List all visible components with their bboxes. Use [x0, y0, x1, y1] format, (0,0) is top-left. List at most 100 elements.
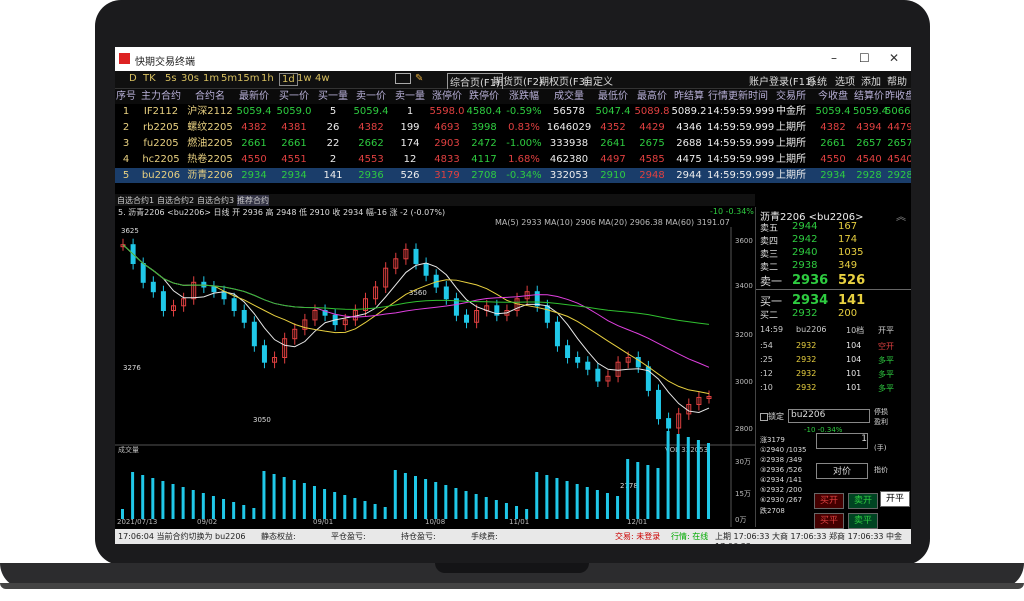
- chart-tab-0[interactable]: 自选合约1: [117, 195, 154, 206]
- period-15m[interactable]: 15m: [237, 73, 259, 84]
- ask-price[interactable]: 2940: [792, 247, 817, 258]
- close-icon[interactable]: ✕: [889, 51, 899, 65]
- column-header[interactable]: 卖一价: [351, 89, 391, 104]
- period-4w[interactable]: 4w: [315, 73, 330, 84]
- volume-bar: [464, 491, 468, 519]
- lock-checkbox[interactable]: [760, 413, 768, 421]
- period-TK[interactable]: TK: [143, 73, 156, 84]
- price-input[interactable]: 对价: [816, 463, 868, 479]
- chart-tab-3[interactable]: 推荐合约: [237, 195, 269, 206]
- column-header[interactable]: 最新价: [235, 89, 273, 104]
- column-header[interactable]: 买一价: [273, 89, 315, 104]
- limit-price-option[interactable]: 指价: [874, 465, 888, 475]
- column-header[interactable]: 主力合约: [137, 89, 185, 104]
- stop-loss-option[interactable]: 停损: [874, 407, 888, 417]
- order-level[interactable]: ②2938 /349: [760, 456, 802, 464]
- page-tab-3[interactable]: 自定义: [583, 73, 613, 88]
- menu-3[interactable]: 帮助: [887, 73, 907, 88]
- column-header[interactable]: 交易所: [769, 89, 813, 104]
- candlestick-chart[interactable]: 3600 3400 3200 3000 2800 30万 15万 0万 2021/07/13 09…: [115, 207, 755, 527]
- column-header[interactable]: 成交量: [545, 89, 593, 104]
- status-message: 17:06:04 当前合约切换为 bu2206: [118, 532, 246, 541]
- chart-tab-1[interactable]: 自选合约2: [157, 195, 194, 206]
- table-cell: 4551: [281, 154, 307, 165]
- column-header[interactable]: 昨收盘: [885, 89, 911, 104]
- column-header[interactable]: 卖一量: [391, 89, 429, 104]
- column-header[interactable]: 最低价: [593, 89, 633, 104]
- chart-tab-2[interactable]: 自选合约3: [197, 195, 234, 206]
- table-cell: 526: [400, 170, 420, 181]
- volume-bar: [484, 497, 488, 519]
- period-30s[interactable]: 30s: [181, 73, 199, 84]
- contract-input[interactable]: bu2206: [788, 409, 870, 423]
- window-title: 快期交易终端: [135, 57, 195, 68]
- page-tab-1[interactable]: 期货页(F2): [493, 73, 543, 88]
- minimize-icon[interactable]: –: [831, 51, 837, 65]
- table-cell: 2928: [856, 170, 882, 181]
- column-header[interactable]: 涨停价: [429, 89, 465, 104]
- table-row[interactable]: 1 IF2112 沪深2112 5059.4 5059.0 5 5059.4 1 5598.0 4…: [115, 104, 911, 119]
- quantity-input[interactable]: 1: [816, 433, 868, 449]
- table-cell: 2708: [471, 170, 497, 181]
- volume-bar: [121, 509, 124, 519]
- column-header[interactable]: 行情更新时间: [707, 89, 769, 104]
- x-tick: 09/01: [313, 518, 333, 526]
- candle-body: [211, 286, 217, 293]
- period-1d[interactable]: 1d: [279, 73, 298, 86]
- column-header[interactable]: 最高价: [633, 89, 671, 104]
- period-1w[interactable]: 1w: [297, 73, 312, 84]
- column-header[interactable]: 今收盘: [813, 89, 853, 104]
- maximize-icon[interactable]: ☐: [859, 51, 870, 65]
- menu-2[interactable]: 添加: [861, 73, 881, 88]
- volume-bar: [323, 489, 327, 519]
- order-level[interactable]: ①2940 /1035: [760, 446, 807, 454]
- period-1m[interactable]: 1m: [203, 73, 219, 84]
- order-button-1[interactable]: 卖开: [848, 493, 878, 509]
- column-header[interactable]: 序号: [115, 89, 137, 104]
- column-header[interactable]: 昨结算: [671, 89, 707, 104]
- ask-price[interactable]: 2942: [792, 234, 817, 245]
- table-cell: 2662: [358, 138, 384, 149]
- order-button-3[interactable]: 买平: [814, 513, 844, 529]
- column-header[interactable]: 跌停价: [465, 89, 503, 104]
- table-cell: 4540: [856, 154, 882, 165]
- column-header[interactable]: 买一量: [315, 89, 351, 104]
- table-row[interactable]: 3 fu2205 燃油2205 2661 2661 22 2662 174 2903 2472 -1…: [115, 136, 911, 151]
- menu-1[interactable]: 选项: [835, 73, 855, 88]
- page-tab-2[interactable]: 期权页(F3): [539, 73, 589, 88]
- order-button-2[interactable]: 开平: [880, 491, 910, 507]
- menu-0[interactable]: 系统: [807, 73, 827, 88]
- volume-info: VOL 332053: [665, 446, 708, 454]
- bid-price[interactable]: 2934: [792, 293, 828, 308]
- collapse-icon[interactable]: ︽: [896, 208, 906, 223]
- table-cell: 4394: [856, 122, 882, 133]
- take-profit-option[interactable]: 盈利: [874, 417, 888, 427]
- order-button-0[interactable]: 买开: [814, 493, 844, 509]
- volume-bar: [565, 481, 569, 519]
- table-cell: 5598.0: [429, 106, 465, 117]
- ask-price[interactable]: 2944: [792, 221, 817, 232]
- bid-price[interactable]: 2932: [792, 308, 817, 319]
- ask-price[interactable]: 2938: [792, 260, 817, 271]
- table-row[interactable]: 4 hc2205 热卷2205 4550 4551 2 4553 12 4833 4117 1.68…: [115, 152, 911, 167]
- column-header[interactable]: 合约名: [185, 89, 235, 104]
- volume-bar: [707, 443, 710, 519]
- period-5s[interactable]: 5s: [165, 73, 177, 84]
- candle-body: [534, 291, 540, 307]
- table-row[interactable]: 2 rb2205 螺纹2205 4382 4381 26 4382 199 4693 3998 0.…: [115, 120, 911, 135]
- draw-rect-icon[interactable]: [395, 73, 411, 84]
- period-D[interactable]: D: [129, 73, 137, 84]
- account-login-button[interactable]: 账户登录(F11): [749, 73, 815, 88]
- pencil-icon[interactable]: ✎: [415, 73, 423, 84]
- order-level[interactable]: ⑥2930 /267: [760, 496, 802, 504]
- table-row[interactable]: 5 bu2206 沥青2206 2934 2934 141 2936 526 3179 2708-…: [115, 168, 911, 183]
- ask-price[interactable]: 2936: [792, 273, 828, 288]
- order-level[interactable]: ④2934 /141: [760, 476, 802, 484]
- order-level[interactable]: ⑤2932 /200: [760, 486, 802, 494]
- order-button-4[interactable]: 卖平: [848, 513, 878, 529]
- order-level[interactable]: ③2936 /526: [760, 466, 802, 474]
- period-1h[interactable]: 1h: [261, 73, 274, 84]
- column-header[interactable]: 结算价: [853, 89, 885, 104]
- period-5m[interactable]: 5m: [221, 73, 237, 84]
- column-header[interactable]: 涨跌幅: [503, 89, 545, 104]
